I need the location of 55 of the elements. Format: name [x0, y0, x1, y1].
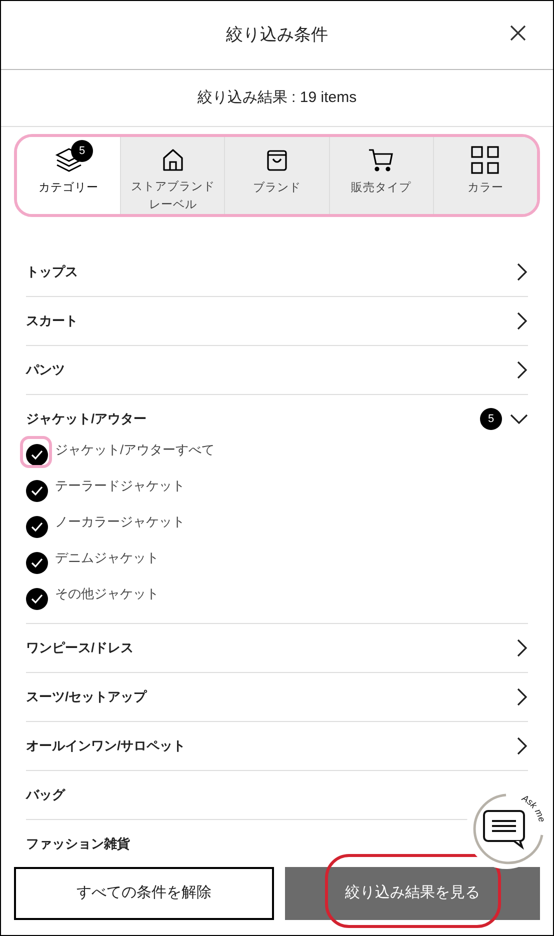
chevron-right-icon[interactable] [517, 737, 528, 755]
checkbox[interactable] [26, 516, 48, 538]
category-label[interactable]: ジャケット/アウター [26, 409, 147, 429]
layers-icon [54, 147, 83, 173]
check-icon [31, 594, 43, 604]
grid-icon [471, 146, 500, 174]
bag-icon [266, 148, 288, 172]
category-tab[interactable]: ブランド [225, 137, 330, 214]
chat-button[interactable]: Ask me [466, 789, 546, 869]
dialog-title: 絞り込み条件 [226, 24, 328, 46]
check-icon [31, 486, 43, 496]
chevron-down-icon[interactable] [510, 414, 528, 424]
chevron-right-icon[interactable] [517, 312, 528, 330]
chevron-right-icon[interactable] [517, 639, 528, 657]
chevron-right-icon[interactable] [517, 361, 528, 379]
option-label[interactable]: ジャケット/アウターすべて [55, 440, 215, 460]
apply-button[interactable]: 絞り込み結果を見る [284, 867, 540, 920]
category-label[interactable]: スーツ/セットアップ [26, 687, 147, 707]
option-label[interactable]: その他ジャケット [55, 584, 159, 604]
category-tab[interactable]: ストアブランドレーベル [121, 137, 226, 214]
option-label[interactable]: デニムジャケット [55, 548, 159, 568]
category-label[interactable]: トップス [26, 262, 78, 282]
close-icon[interactable] [510, 25, 526, 41]
category-label[interactable]: バッグ [26, 785, 65, 805]
tab-label: ブランド [252, 180, 302, 196]
category-label[interactable]: パンツ [26, 360, 65, 380]
option-label[interactable]: ノーカラージャケット [55, 512, 185, 532]
count-badge: 5 [71, 140, 93, 162]
checkbox[interactable] [26, 552, 48, 574]
chevron-right-icon[interactable] [517, 263, 528, 281]
cart-icon [368, 148, 394, 172]
count-badge: 5 [480, 408, 502, 430]
result-count: 絞り込み結果 : 19 items [197, 88, 357, 108]
category-label[interactable]: スカート [26, 311, 78, 331]
tab-label: ストアブランドレーベル [130, 180, 215, 213]
chevron-right-icon[interactable] [517, 688, 528, 706]
category-tab[interactable]: カテゴリー 5 [17, 137, 122, 214]
category-tab[interactable]: 販売タイプ [330, 137, 434, 214]
house-icon [162, 148, 184, 172]
category-tab[interactable]: カラー [434, 137, 537, 214]
category-label[interactable]: ファッション雑貨 [26, 834, 130, 854]
checkbox[interactable] [26, 444, 48, 466]
clear-all-button[interactable]: すべての条件を解除 [14, 867, 274, 920]
option-label[interactable]: テーラードジャケット [55, 476, 185, 496]
category-label[interactable]: オールインワン/サロペット [26, 736, 186, 756]
checkbox[interactable] [26, 588, 48, 610]
tab-label: 販売タイプ [350, 180, 412, 196]
highlight-ring [20, 436, 52, 468]
tab-label: カテゴリー [38, 180, 100, 196]
check-icon [31, 558, 43, 568]
checkbox[interactable] [26, 480, 48, 502]
tab-label: カラー [466, 181, 504, 196]
check-icon [31, 450, 43, 460]
category-label[interactable]: ワンピース/ドレス [26, 638, 134, 658]
check-icon [31, 522, 43, 532]
